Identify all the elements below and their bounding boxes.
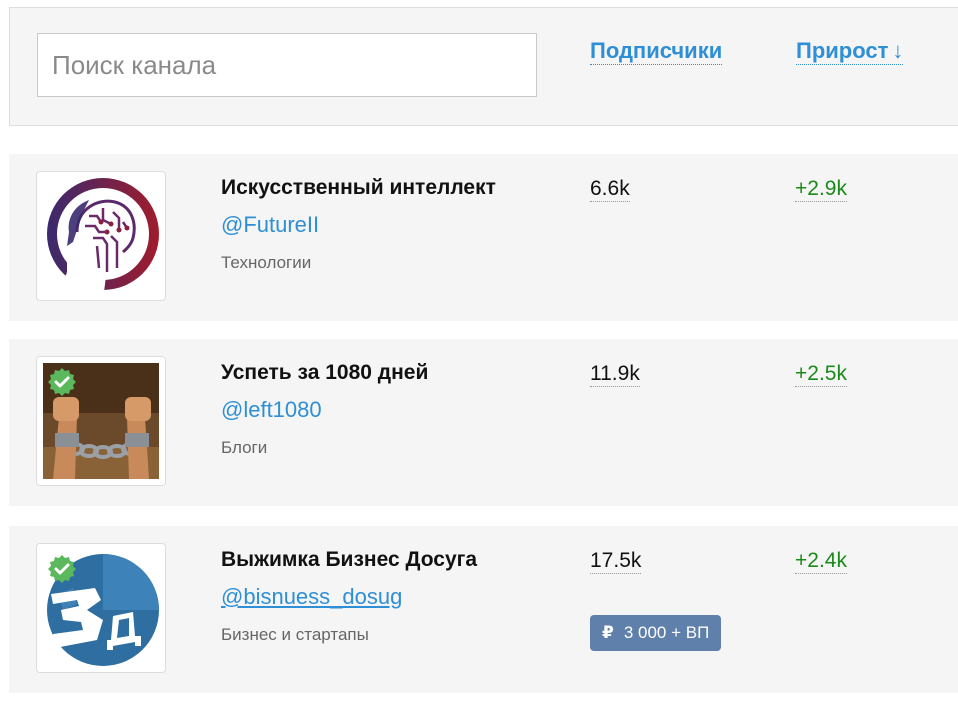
channel-avatar[interactable] bbox=[36, 356, 166, 486]
channel-category: Технологии bbox=[221, 253, 312, 272]
channel-handle-link[interactable]: @FutureII bbox=[221, 212, 319, 238]
price-badge-button[interactable]: ₽3 000 + ВП bbox=[590, 615, 722, 651]
growth-count: +2.5k bbox=[795, 362, 847, 387]
channel-category: Бизнес и стартапы bbox=[221, 625, 369, 644]
channel-avatar[interactable] bbox=[36, 543, 166, 673]
ruble-icon: ₽ bbox=[602, 623, 614, 642]
channel-list-page: Подписчики Прирост↓ bbox=[0, 0, 958, 703]
channel-row[interactable]: Выжимка Бизнес Досуга @bisnuess_dosug Би… bbox=[9, 526, 958, 693]
channel-title[interactable]: Успеть за 1080 дней bbox=[221, 361, 428, 385]
subscribers-count: 6.6k bbox=[590, 177, 630, 202]
growth-count: +2.9k bbox=[795, 177, 847, 202]
channel-title[interactable]: Искусственный интеллект bbox=[221, 176, 496, 200]
channel-category: Блоги bbox=[221, 438, 268, 457]
subscribers-count: 11.9k bbox=[590, 362, 640, 387]
channel-handle-link[interactable]: @left1080 bbox=[221, 397, 322, 423]
growth-count: +2.4k bbox=[795, 549, 847, 574]
verified-badge-icon bbox=[48, 555, 76, 583]
channel-row[interactable]: Искусственный интеллект @FutureII Технол… bbox=[9, 154, 958, 321]
sort-by-growth-link[interactable]: Прирост ↓ bbox=[796, 38, 904, 65]
channel-title[interactable]: Выжимка Бизнес Досуга bbox=[221, 548, 477, 572]
sort-growth-label: Прирост bbox=[796, 38, 889, 63]
subscribers-count: 17.5k bbox=[590, 549, 642, 574]
channel-handle-link[interactable]: @bisnuess_dosug bbox=[221, 584, 402, 610]
sort-down-arrow-icon: ↓ bbox=[892, 38, 904, 63]
ai-brain-head-icon bbox=[47, 178, 159, 300]
sort-by-subscribers-link[interactable]: Подписчики bbox=[590, 38, 723, 65]
price-label: 3 000 + ВП bbox=[623, 623, 710, 642]
channel-avatar[interactable] bbox=[36, 171, 166, 301]
list-header: Подписчики Прирост↓ bbox=[9, 7, 958, 126]
search-input[interactable] bbox=[37, 33, 537, 97]
verified-badge-icon bbox=[48, 368, 76, 396]
channel-row[interactable]: Успеть за 1080 дней @left1080 Блоги 11.9… bbox=[9, 339, 958, 506]
